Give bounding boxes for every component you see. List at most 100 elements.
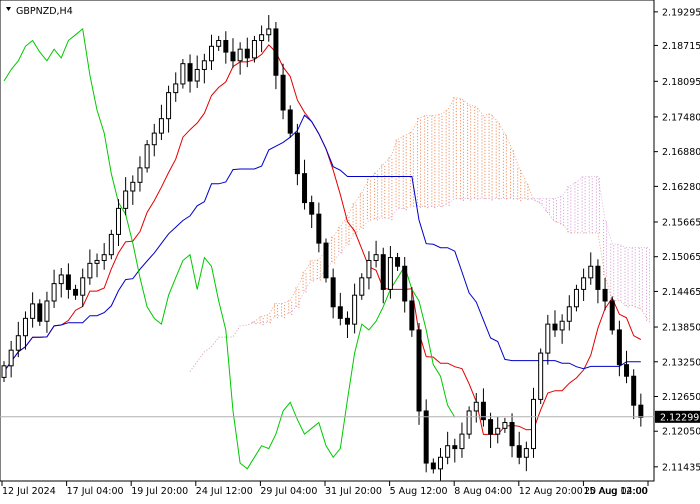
candle-bear xyxy=(452,445,458,450)
candle-bull xyxy=(201,60,207,70)
candle-bull xyxy=(473,401,479,412)
candle-bull xyxy=(559,320,565,331)
candle-bull xyxy=(216,40,222,47)
candle-bull xyxy=(144,144,150,169)
price-chart: 2.19295 2.18715 2.18095 2.17480 2.16880 2.162… xyxy=(0,0,700,500)
candle-bear xyxy=(409,300,415,331)
x-tick-label: 19 Jul 20:00 xyxy=(131,486,188,497)
candle-bear xyxy=(488,419,494,435)
candle-bear xyxy=(430,462,436,470)
candle-bull xyxy=(158,118,164,134)
candle-bear xyxy=(631,375,637,406)
candle-bull xyxy=(387,257,393,290)
candle-bull xyxy=(151,132,157,146)
chart-area: 2.19295 2.18715 2.18095 2.17480 2.16880 2.162… xyxy=(0,0,700,500)
candle-bull xyxy=(251,40,257,59)
candle-bull xyxy=(459,433,465,450)
candle-bear xyxy=(316,213,322,244)
candle-bull xyxy=(8,349,14,367)
candle-bear xyxy=(244,48,250,59)
candle-bear xyxy=(280,74,286,111)
candle-bear xyxy=(330,277,336,308)
candle-bear xyxy=(624,364,630,377)
candle-bear xyxy=(380,254,386,290)
x-tick-label: 24 Jul 12:00 xyxy=(196,486,253,497)
candle-bull xyxy=(94,259,100,264)
x-tick-label: 12 Jul 2024 xyxy=(2,486,56,497)
candle-bull xyxy=(566,306,572,322)
x-tick-label: 29 Jul 04:00 xyxy=(260,486,317,497)
candle-bear xyxy=(423,410,429,464)
candle-bull xyxy=(180,63,186,85)
candle-bull xyxy=(87,262,93,279)
x-tick-label: 12 Aug 20:00 xyxy=(519,486,583,497)
candle-bull xyxy=(123,190,129,209)
y-tick-label: 2.19295 xyxy=(662,7,700,18)
candle-bull xyxy=(259,34,265,42)
candle-bull xyxy=(58,274,64,285)
candle-bear xyxy=(402,265,408,302)
candle-bull xyxy=(545,323,551,354)
candle-bear xyxy=(616,329,622,366)
candle-bull xyxy=(352,294,358,325)
candle-bear xyxy=(344,317,350,325)
candle-bear xyxy=(73,288,79,296)
y-tick-label: 2.18715 xyxy=(662,41,700,52)
candle-bear xyxy=(416,329,422,412)
candle-bull xyxy=(531,398,537,450)
candle-bull xyxy=(237,48,243,62)
candle-bear xyxy=(223,40,229,53)
candle-bear xyxy=(302,173,308,204)
candle-bull xyxy=(108,233,114,256)
current-price-label: 2.12299 xyxy=(660,412,699,423)
candle-bull xyxy=(437,456,443,470)
x-tick-label: 17 Jul 04:00 xyxy=(67,486,124,497)
candle-bear xyxy=(552,323,558,331)
candle-bear xyxy=(309,202,315,215)
candle-bear xyxy=(516,445,522,458)
candle-bear xyxy=(602,288,608,302)
candle-bull xyxy=(44,300,50,322)
y-tick-label: 2.15665 xyxy=(662,217,700,228)
candle-bull xyxy=(22,317,28,337)
y-tick-label: 2.13250 xyxy=(662,357,700,368)
candle-bear xyxy=(230,51,236,62)
candle-bull xyxy=(209,45,215,62)
y-tick-label: 2.16880 xyxy=(662,147,700,158)
candle-bull xyxy=(15,335,21,351)
candle-bear xyxy=(187,63,193,82)
candle-bull xyxy=(166,92,172,120)
candle-bear xyxy=(65,274,71,290)
candle-bear xyxy=(287,109,293,134)
candle-bull xyxy=(538,352,544,400)
candle-bull xyxy=(130,181,136,192)
y-tick-label: 2.16280 xyxy=(662,182,700,193)
candle-bull xyxy=(373,254,379,261)
candle-bull xyxy=(194,68,200,82)
candle-bear xyxy=(323,242,329,279)
candle-bull xyxy=(523,448,529,458)
candle-bull xyxy=(101,254,107,261)
y-tick-label: 2.12050 xyxy=(662,427,700,438)
candle-bull xyxy=(366,259,372,279)
candle-bull xyxy=(51,283,57,302)
x-tick-label: 8 Aug 04:00 xyxy=(454,486,512,497)
candle-bull xyxy=(502,422,508,429)
candle-bear xyxy=(273,28,279,76)
y-tick-label: 2.18095 xyxy=(662,77,700,88)
candle-bear xyxy=(509,422,515,447)
candle-bear xyxy=(37,303,43,322)
candle-bull xyxy=(173,83,179,94)
candle-bull xyxy=(466,410,472,435)
candle-bull xyxy=(359,277,365,296)
chart-title: GBPNZD,H4 xyxy=(16,6,73,17)
y-tick-label: 2.17480 xyxy=(662,112,700,123)
candle-bull xyxy=(581,277,587,290)
candle-bear xyxy=(609,300,615,331)
x-tick-label: 20 Aug 04:00 xyxy=(584,486,648,497)
candle-bear xyxy=(337,306,343,319)
candle-bull xyxy=(266,28,272,36)
candle-bear xyxy=(638,404,644,418)
candle-bull xyxy=(573,288,579,308)
candle-bull xyxy=(1,365,7,378)
